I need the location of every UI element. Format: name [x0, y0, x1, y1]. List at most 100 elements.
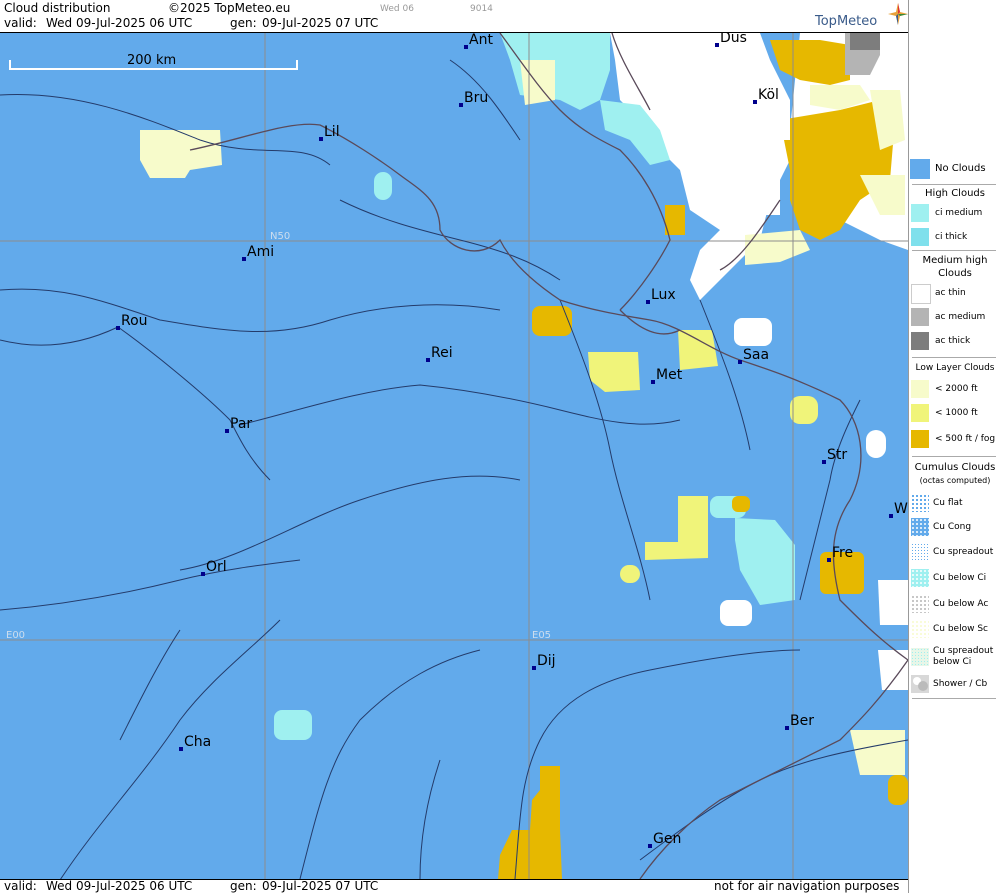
city-label: Cha	[184, 734, 211, 750]
city-marker	[242, 257, 246, 261]
swatch-low-500	[911, 430, 929, 448]
city-rou: Rou	[116, 313, 148, 330]
cloud-map: 200 km N50 E00 E05 Ant Düs Bru Köl Lil Ami Rou…	[0, 33, 908, 879]
city-marker	[201, 572, 205, 576]
swatch-cu-spread	[911, 543, 929, 561]
legend-shower: Shower / Cb	[909, 675, 1000, 695]
city-label: Par	[230, 416, 252, 432]
label-cu-spread-below-ci-2: below Ci	[933, 657, 972, 667]
city-label: Ant	[469, 33, 493, 48]
city-marker	[464, 45, 468, 49]
label-shower: Shower / Cb	[933, 679, 988, 689]
scale-bar-label: 200 km	[127, 53, 176, 68]
legend-low-heading: Low Layer Clouds	[915, 363, 995, 373]
label-ci-medium: ci medium	[935, 208, 983, 218]
city-saa: Saa	[738, 347, 769, 364]
label-cu-spread: Cu spreadout	[933, 547, 994, 557]
legend-cu-spread: Cu spreadout	[909, 543, 1000, 563]
topmeteo-logo: TopMeteo	[815, 14, 878, 29]
copyright: ©2025 TopMeteo.eu	[168, 1, 291, 15]
legend-cu-flat: Cu flat	[909, 494, 1000, 514]
legend-cu-heading-1: Cumulus Clouds	[914, 462, 996, 473]
city-label: Dij	[537, 653, 556, 669]
city-ant: Ant	[464, 33, 493, 49]
city-met: Met	[651, 367, 683, 384]
legend-low-1000: < 1000 ft	[909, 404, 1000, 424]
swatch-cu-below-sc	[911, 620, 929, 638]
footer-gen-time: 09-Jul-2025 07 UTC	[262, 879, 379, 893]
label-low-2000: < 2000 ft	[935, 384, 978, 394]
city-marker	[715, 43, 719, 47]
legend-medium-heading-2: Clouds	[938, 268, 972, 279]
swatch-low-1000	[911, 404, 929, 422]
city-marker	[651, 380, 655, 384]
city-gen: Gen	[648, 831, 681, 848]
legend-cu-below-sc: Cu below Sc	[909, 620, 1000, 640]
city-label: Saa	[743, 347, 769, 363]
city-label: Str	[827, 447, 847, 463]
city-label: Bru	[464, 90, 488, 106]
city-label: Rou	[121, 313, 148, 329]
legend-low-500: < 500 ft / fog	[909, 430, 1000, 450]
header-tag-day: Wed 06	[380, 4, 414, 14]
label-ci-thick: ci thick	[935, 232, 968, 242]
swatch-ac-thick	[911, 332, 929, 350]
footer-gen-label: gen:	[230, 879, 257, 893]
label-cu-spread-below-ci-1: Cu spreadout	[933, 646, 994, 656]
gen-label: gen:	[230, 16, 257, 30]
label-ac-thin: ac thin	[935, 288, 966, 298]
swatch-cu-flat	[911, 494, 929, 512]
city-label: Düs	[720, 33, 747, 46]
swatch-cu-below-ci	[911, 569, 929, 587]
city-marker	[646, 300, 650, 304]
swatch-ci-thick	[911, 228, 929, 246]
legend-cu-below-ac: Cu below Ac	[909, 595, 1000, 615]
legend-ac-medium: ac medium	[909, 308, 1000, 328]
city-marker	[648, 844, 652, 848]
city-marker	[532, 666, 536, 670]
city-cha: Cha	[179, 734, 211, 751]
city-marker	[426, 358, 430, 362]
label-cu-below-ci: Cu below Ci	[933, 573, 987, 583]
legend-no-clouds: No Clouds	[909, 156, 1000, 182]
city-label: Lil	[324, 124, 340, 140]
city-label: W	[894, 501, 908, 517]
swatch-cu-below-ac	[911, 595, 929, 613]
legend-ac-thick: ac thick	[909, 332, 1000, 352]
disclaimer: not for air navigation purposes	[714, 879, 900, 893]
gen-time: 09-Jul-2025 07 UTC	[262, 16, 379, 30]
city-marker	[738, 360, 742, 364]
city-label: Rei	[431, 345, 453, 361]
legend-cu-below-ci: Cu below Ci	[909, 569, 1000, 589]
valid-label: valid:	[4, 16, 37, 30]
swatch-cu-cong	[911, 518, 929, 536]
label-low-1000: < 1000 ft	[935, 408, 978, 418]
grid-label-e05: E05	[532, 630, 551, 641]
footer-valid-time: Wed 09-Jul-2025 06 UTC	[46, 879, 193, 893]
city-marker	[116, 326, 120, 330]
city-ber: Ber	[785, 713, 814, 730]
legend-high-heading: High Clouds	[925, 188, 985, 199]
legend-panel: No Clouds High Clouds ci medium ci thick…	[908, 0, 1000, 893]
grid-label-n50: N50	[270, 231, 290, 242]
swatch-no-clouds	[910, 159, 930, 179]
swatch-low-2000	[911, 380, 929, 398]
swatch-ac-medium	[911, 308, 929, 326]
footer-valid-label: valid:	[4, 879, 37, 893]
city-marker	[889, 514, 893, 518]
legend-ci-medium: ci medium	[909, 204, 1000, 224]
city-label: Gen	[653, 831, 681, 847]
city-label: Köl	[758, 87, 779, 103]
city-marker	[319, 137, 323, 141]
label-cu-cong: Cu Cong	[933, 522, 972, 532]
legend-ci-thick: ci thick	[909, 228, 1000, 248]
swatch-ci-medium	[911, 204, 929, 222]
city-marker	[753, 100, 757, 104]
label-ac-thick: ac thick	[935, 336, 971, 346]
city-marker	[225, 429, 229, 433]
city-label: Fre	[832, 545, 853, 561]
swatch-cu-spread-below-ci	[911, 648, 929, 666]
city-label: Met	[656, 367, 683, 383]
compass-star-icon	[888, 3, 908, 25]
grid-label-e00: E00	[6, 630, 25, 641]
